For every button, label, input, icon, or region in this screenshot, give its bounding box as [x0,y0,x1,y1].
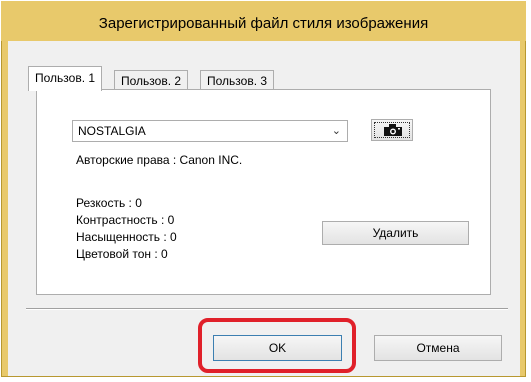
tab-user-1[interactable]: Пользов. 1 [28,66,103,91]
style-select-value: NOSTALGIA [78,124,146,138]
window-title: Зарегистрированный файл стиля изображени… [1,1,526,41]
footer-divider [26,308,508,310]
tab-panel: NOSTALGIA ⌄ Авторские права : Canon INC.… [36,89,491,295]
tab-label: Пользов. 2 [121,74,182,88]
delete-button[interactable]: Удалить [322,221,469,245]
style-select[interactable]: NOSTALGIA ⌄ [72,120,348,142]
chevron-down-icon: ⌄ [331,125,341,137]
contrast-text: Контрастность : 0 [76,213,175,227]
cancel-button[interactable]: Отмена [374,335,502,361]
saturation-text: Насыщенность : 0 [76,230,177,244]
tab-user-3[interactable]: Пользов. 3 [200,70,275,90]
sharpness-text: Резкость : 0 [76,196,142,210]
tab-label: Пользов. 1 [35,71,96,85]
ok-button[interactable]: OK [213,335,342,361]
tab-user-2[interactable]: Пользов. 2 [114,70,189,90]
copyright-text: Авторские права : Canon INC. [76,153,243,167]
color-tone-text: Цветовой тон : 0 [76,247,168,261]
open-style-file-button[interactable] [371,119,413,141]
tab-label: Пользов. 3 [207,74,268,88]
camera-icon [384,124,402,136]
